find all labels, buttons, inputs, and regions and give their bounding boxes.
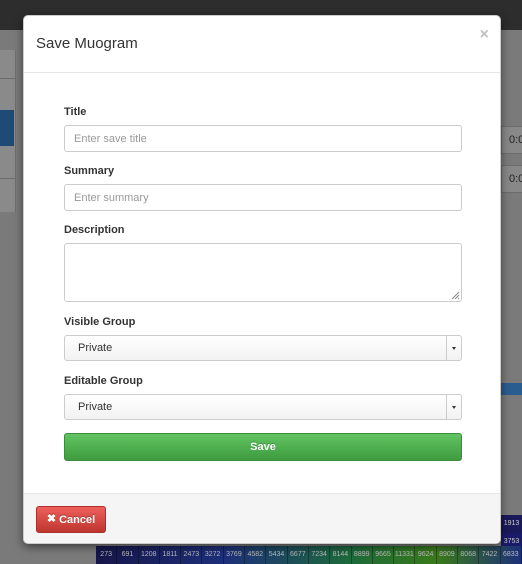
background-grid-cell: 8144 — [330, 546, 352, 564]
save-button[interactable]: Save — [64, 433, 462, 461]
background-grid-cell: 8909 — [437, 546, 459, 564]
background-grid-cell: 1208 — [139, 546, 160, 564]
caret-down-icon[interactable] — [446, 395, 461, 419]
background-grid-cell: 9624 — [415, 546, 437, 564]
background-grid-cell: 7422 — [479, 546, 501, 564]
background-grid-cell: 2473 — [181, 546, 203, 564]
background-grid-cell: 273 — [96, 546, 118, 564]
background-grid-cell: 8068 — [458, 546, 480, 564]
background-sidebar-divider — [0, 178, 16, 179]
cancel-button[interactable]: ✖ Cancel — [36, 506, 106, 533]
title-input[interactable] — [64, 125, 462, 152]
visible-group-value: Private — [78, 342, 113, 354]
editable-group-label: Editable Group — [64, 375, 143, 387]
background-grid-cell: 7234 — [309, 546, 331, 564]
background-grid-cell: 6677 — [288, 546, 309, 564]
dialog-footer: ✖ Cancel — [24, 493, 500, 543]
background-grid-cell: 5434 — [266, 546, 288, 564]
editable-group-value: Private — [78, 401, 113, 413]
title-label: Title — [64, 106, 87, 118]
cancel-label: Cancel — [59, 513, 96, 526]
caret-down-icon[interactable] — [446, 336, 461, 360]
background-sidebar-divider — [0, 78, 16, 79]
dialog-title: Save Muogram — [36, 35, 138, 52]
background-grid-row: 273 691 1208 1811 2473 3272 3769 4582 54… — [96, 546, 522, 564]
background-grid-cell: 9665 — [373, 546, 395, 564]
description-textarea[interactable] — [64, 243, 462, 302]
dialog-header: Save Muogram × — [24, 16, 500, 73]
background-grid-cell: 1913 — [501, 515, 522, 533]
summary-input[interactable] — [64, 184, 462, 211]
editable-group-select[interactable]: Private — [64, 394, 462, 420]
background-grid-cell: 3769 — [224, 546, 246, 564]
background-grid-cell: 691 — [117, 546, 139, 564]
background-grid-cell: 4582 — [245, 546, 267, 564]
background-grid-cell: 11331 — [394, 546, 416, 564]
background-side-value: 0:0 — [509, 173, 522, 185]
background-blue-strip — [501, 383, 522, 395]
resize-grip-icon[interactable] — [450, 290, 460, 300]
background-grid-cell: 1811 — [160, 546, 182, 564]
background-grid-cell: 8899 — [352, 546, 373, 564]
x-icon: ✖ — [46, 513, 57, 525]
background-sidebar-active-item — [0, 110, 14, 146]
summary-label: Summary — [64, 165, 115, 177]
save-muogram-dialog: Save Muogram × Title Summary Description… — [23, 15, 501, 544]
background-grid-cell: 3272 — [202, 546, 224, 564]
background-side-value: 0:0 — [509, 134, 522, 146]
visible-group-label: Visible Group — [64, 316, 136, 328]
close-icon[interactable]: × — [480, 27, 489, 43]
description-label: Description — [64, 224, 125, 236]
visible-group-select[interactable]: Private — [64, 335, 462, 361]
background-grid-cell: 6833 — [501, 546, 522, 564]
